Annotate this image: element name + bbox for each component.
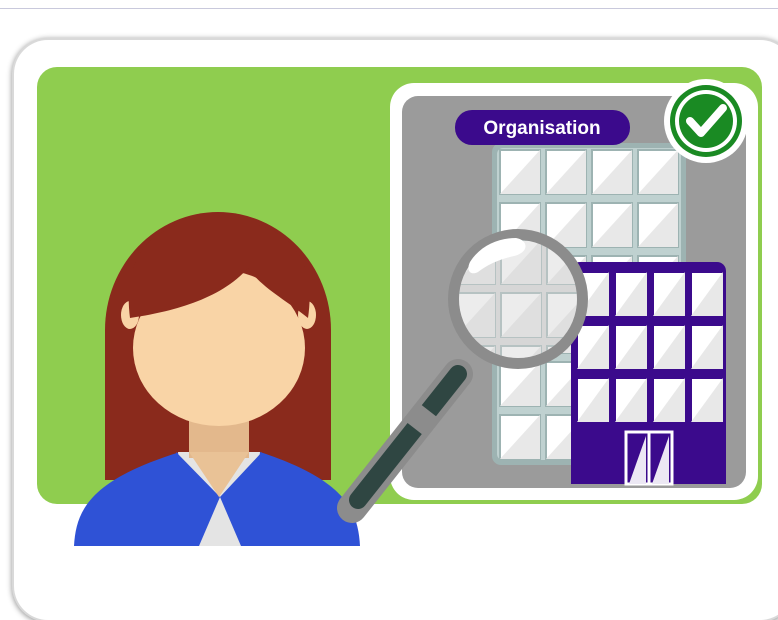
purple-building-icon bbox=[571, 262, 726, 486]
checkmark-badge-icon bbox=[664, 79, 748, 163]
organisation-check-illustration: Organisation bbox=[37, 67, 762, 546]
organisation-label: Organisation bbox=[483, 118, 600, 139]
organisation-badge: Organisation bbox=[455, 110, 630, 145]
